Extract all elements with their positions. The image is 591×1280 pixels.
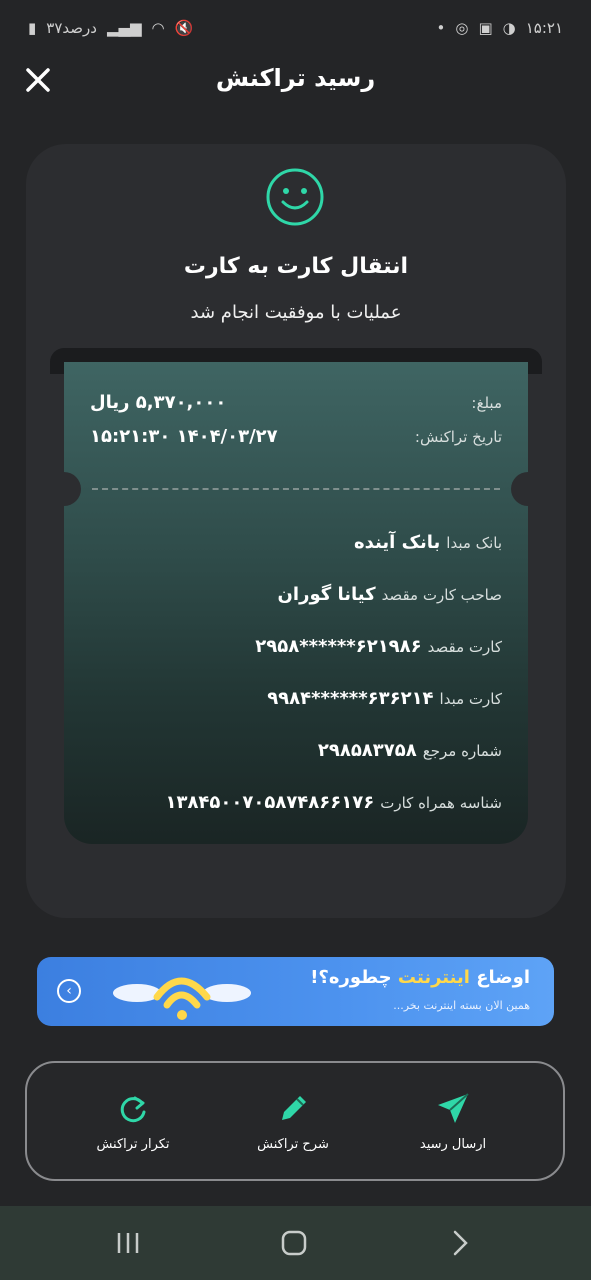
banner-title: اوضاع اینترنتت چطوره؟! [310, 967, 530, 988]
transaction-note-button[interactable]: شرح تراکنش [223, 1089, 363, 1152]
wifi-cloud-icon [113, 977, 251, 1020]
repeat-transaction-button[interactable]: تکرار تراکنش [63, 1089, 203, 1152]
dot-icon: • [436, 19, 446, 37]
chevron-right-icon [453, 1230, 468, 1256]
smile-icon [266, 168, 324, 226]
detail-row: کارت مقصد ۶۲۱۹۸۶******۲۹۵۸ [90, 636, 502, 657]
detail-value: ۱۳۸۴۵۰۰۷۰۵۸۷۴۸۶۶۱۷۶ [165, 792, 375, 813]
chevron-left-icon: ‹ [66, 983, 72, 999]
amount-value: ۵,۳۷۰,۰۰۰ ریال [90, 392, 227, 413]
status-time: ۱۵:۲۱ [525, 19, 563, 37]
detail-label: کارت مبدا [439, 689, 502, 708]
battery-text: ۳۷درصد [46, 19, 97, 37]
send-receipt-button[interactable]: ارسال رسید [383, 1089, 523, 1152]
actions-panel: ارسال رسید شرح تراکنش تکرار تراکنش [25, 1061, 565, 1181]
send-receipt-label: ارسال رسید [419, 1137, 487, 1152]
mute-icon: 🔇 [174, 19, 194, 37]
detail-row: شناسه همراه کارت ۱۳۸۴۵۰۰۷۰۵۸۷۴۸۶۶۱۷۶ [90, 792, 502, 813]
detail-label: صاحب کارت مقصد [381, 585, 502, 604]
amount-row: مبلغ: ۵,۳۷۰,۰۰۰ ریال [90, 392, 502, 413]
detail-value: ۶۲۱۹۸۶******۲۹۵۸ [255, 636, 422, 657]
repeat-transaction-label: تکرار تراکنش [96, 1137, 170, 1152]
date-row: تاریخ تراکنش: ۱۴۰۴/۰۳/۲۷ ۱۵:۲۱:۳۰ [90, 426, 502, 447]
detail-label: بانک مبدا [446, 533, 502, 552]
banner-title-prefix: اوضاع [476, 967, 530, 988]
detail-label: شناسه همراه کارت [380, 793, 502, 812]
internet-banner[interactable]: اوضاع اینترنتت چطوره؟! همین الان بسته ای… [37, 957, 554, 1026]
home-icon [281, 1230, 307, 1256]
ticket-notch-left [64, 472, 81, 506]
back-button[interactable] [440, 1226, 480, 1260]
ticket-notch-right [511, 472, 528, 506]
transaction-note-label: شرح تراکنش [257, 1137, 329, 1152]
page-title: رسید تراکنش [215, 64, 376, 92]
recent-apps-icon [117, 1233, 139, 1253]
detail-value: ۶۳۶۲۱۴******۹۹۸۴ [267, 688, 434, 709]
instagram-icon: ◎ [455, 19, 469, 37]
receipt-card: انتقال کارت به کارت عملیات با موفقیت انج… [26, 144, 566, 918]
recent-apps-button[interactable] [108, 1226, 148, 1260]
transfer-title: انتقال کارت به کارت [183, 254, 409, 279]
pencil-icon [282, 1096, 306, 1120]
signal-icon: ▂▄▆ [106, 19, 142, 37]
date-label: تاریخ تراکنش: [414, 427, 502, 446]
system-nav-bar [0, 1206, 591, 1280]
detail-row: صاحب کارت مقصد کیانا گوران [90, 584, 502, 605]
detail-row: کارت مبدا ۶۳۶۲۱۴******۹۹۸۴ [90, 688, 502, 709]
wifi-icon: ◠ [151, 19, 165, 37]
date-value: ۱۴۰۴/۰۳/۲۷ ۱۵:۲۱:۳۰ [90, 426, 278, 447]
banner-title-suffix: چطوره؟! [310, 967, 392, 988]
success-message: عملیات با موفقیت انجام شد [190, 302, 402, 323]
status-left: ▮ ۳۷درصد ▂▄▆ ◠ 🔇 [28, 19, 193, 37]
detail-row: شماره مرجع ۲۹۸۵۸۳۷۵۸ [90, 740, 502, 761]
status-bar: ▮ ۳۷درصد ▂▄▆ ◠ 🔇 • ◎ ▣ ◑ ۱۵:۲۱ [0, 0, 591, 56]
repeat-icon [120, 1096, 146, 1123]
detail-value: بانک آینده [354, 532, 441, 553]
home-button[interactable] [274, 1226, 314, 1260]
banner-subtitle: همین الان بسته اینترنت بخر... [393, 999, 530, 1012]
banner-arrow-button[interactable]: ‹ [57, 979, 81, 1003]
gallery-icon: ▣ [478, 19, 493, 37]
detail-label: شماره مرجع [422, 741, 502, 760]
detail-value: ۲۹۸۵۸۳۷۵۸ [317, 740, 417, 761]
header: رسید تراکنش [0, 56, 591, 112]
amount-label: مبلغ: [471, 393, 502, 412]
detail-value: کیانا گوران [277, 584, 376, 605]
status-right: • ◎ ▣ ◑ ۱۵:۲۱ [436, 19, 563, 37]
detail-row: بانک مبدا بانک آینده [90, 532, 502, 553]
banner-title-highlight: اینترنتت [397, 967, 470, 988]
receipt-ticket: مبلغ: ۵,۳۷۰,۰۰۰ ریال تاریخ تراکنش: ۱۴۰۴/… [64, 362, 528, 844]
ticket-divider [92, 488, 500, 490]
detail-label: کارت مقصد [427, 637, 502, 656]
app-icon: ◑ [502, 19, 516, 37]
send-icon [438, 1093, 469, 1123]
battery-icon: ▮ [28, 19, 37, 37]
